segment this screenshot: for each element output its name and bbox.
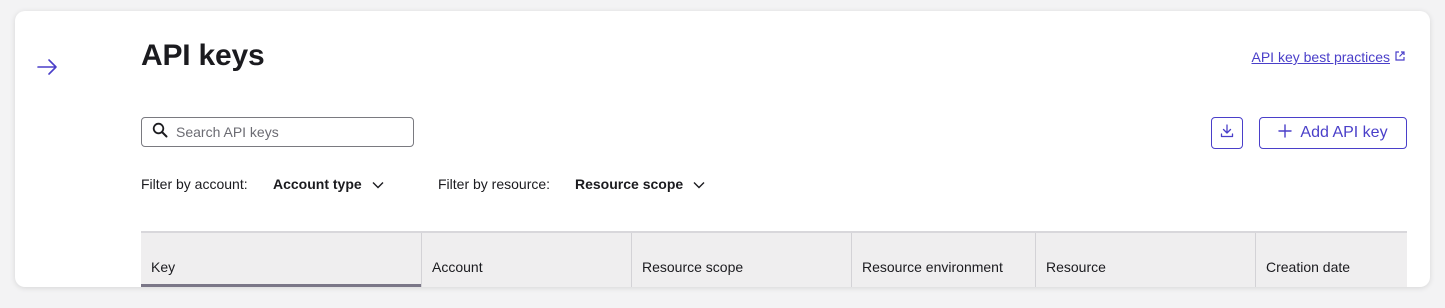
column-label: Resource [1046,259,1106,275]
external-link-icon [1394,49,1406,65]
best-practices-link-label: API key best practices [1251,49,1390,65]
column-header-resource-scope[interactable]: Resource scope [632,233,852,287]
filter-account-label: Filter by account: [141,176,248,192]
download-button[interactable] [1211,117,1243,149]
filter-resource-label: Filter by resource: [438,176,551,192]
chevron-down-icon [693,176,705,192]
search-input[interactable] [174,123,398,141]
column-header-resource[interactable]: Resource [1036,233,1256,287]
account-type-dropdown[interactable]: Account type [273,176,384,192]
column-label: Creation date [1266,259,1351,275]
column-label: Account [432,259,483,275]
resource-scope-dropdown[interactable]: Resource scope [575,176,705,192]
column-header-resource-environment[interactable]: Resource environment [852,233,1036,287]
search-field[interactable] [141,117,414,147]
add-api-key-label: Add API key [1300,124,1388,141]
page-title: API keys [141,39,265,72]
plus-icon [1278,123,1293,143]
column-header-creation-date[interactable]: Creation date [1256,233,1407,287]
chevron-down-icon [372,176,384,192]
resource-scope-value: Resource scope [575,176,684,192]
column-header-key[interactable]: Key [141,233,422,287]
column-label: Resource scope [642,259,744,275]
add-api-key-button[interactable]: Add API key [1259,117,1407,149]
account-type-value: Account type [273,176,362,192]
column-label: Resource environment [862,259,1003,275]
column-header-account[interactable]: Account [422,233,632,287]
api-keys-table-header: Key Account Resource scope Resource envi… [141,231,1407,287]
expand-sidebar-arrow-icon[interactable] [35,55,61,79]
search-icon [152,122,168,143]
api-key-best-practices-link[interactable]: API key best practices [1251,49,1406,65]
download-icon [1220,123,1234,143]
api-keys-panel: API keys API key best practices Search A… [15,11,1430,287]
column-label: Key [151,259,176,275]
